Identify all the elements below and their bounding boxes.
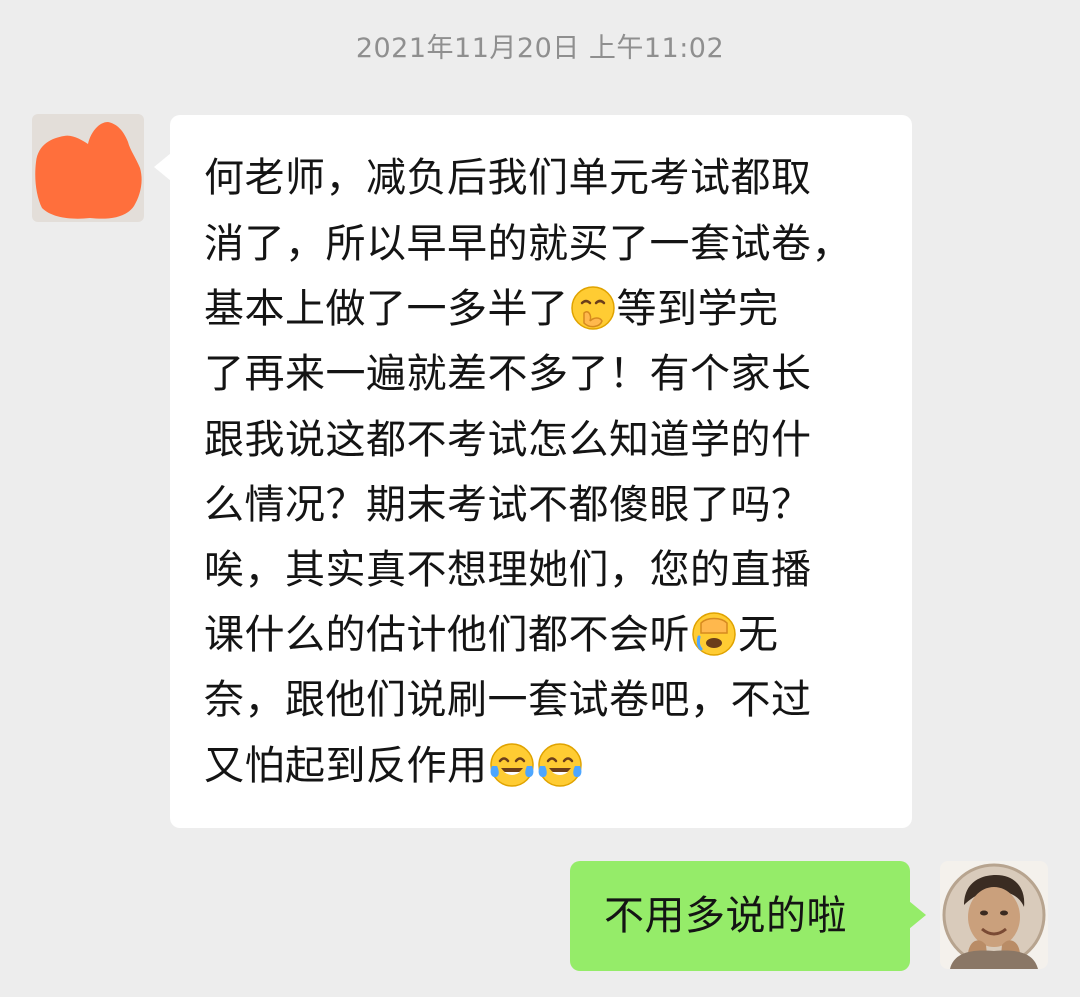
tears-of-joy-icon <box>537 743 582 787</box>
message-text: 无 <box>738 612 779 658</box>
message-line: 奈，跟他们说刷一套试卷吧，不过 <box>204 670 812 730</box>
message-line: 消了，所以早早的就买了一套试卷， <box>204 214 852 274</box>
message-line: 唉，其实真不想理她们，您的直播 <box>204 540 812 600</box>
message-line: 又怕起到反作用 <box>204 736 584 796</box>
contact-avatar-redacted[interactable] <box>32 114 144 222</box>
message-line: 课什么的估计他们都不会听 无 <box>204 605 779 665</box>
message-line: 何老师，减负后我们单元考试都取 <box>204 148 812 208</box>
message-line: 跟我说这都不考试怎么知道学的什 <box>204 410 812 470</box>
message-text: 了再来一遍就差不多了！有个家长 <box>204 351 812 397</box>
message-text: 么情况？期末考试不都傻眼了吗？ <box>204 482 812 528</box>
message-text: 唉，其实真不想理她们，您的直播 <box>204 547 812 593</box>
redaction-mark <box>35 122 142 219</box>
hand-over-mouth-icon <box>570 286 615 330</box>
message-text: 基本上做了一多半了 <box>204 286 569 332</box>
outgoing-message-bubble[interactable]: 不用多说的啦 <box>570 861 926 971</box>
message-line: 了再来一遍就差不多了！有个家长 <box>204 344 812 404</box>
message-text: 等到学完 <box>616 286 779 332</box>
incoming-message-bubble[interactable]: 何老师，减负后我们单元考试都取 消了，所以早早的就买了一套试卷， 基本上做了一多半了… <box>154 115 912 828</box>
message-text: 消了，所以早早的就买了一套试卷， <box>204 221 852 267</box>
outgoing-message-text: 不用多说的啦 <box>604 893 847 939</box>
message-line: 么情况？期末考试不都傻眼了吗？ <box>204 475 812 535</box>
user-avatar-photo <box>942 863 1046 969</box>
message-text: 课什么的估计他们都不会听 <box>204 612 690 658</box>
user-avatar[interactable] <box>940 861 1048 969</box>
message-text: 跟我说这都不考试怎么知道学的什 <box>204 417 812 463</box>
tears-of-joy-icon <box>489 743 534 787</box>
chat-timestamp: 2021年11月20日 上午11:02 <box>355 33 725 64</box>
message-line: 基本上做了一多半了 等到学完 <box>204 279 779 339</box>
message-text: 奈，跟他们说刷一套试卷吧，不过 <box>204 677 812 723</box>
facepalm-icon <box>692 612 736 656</box>
message-text: 何老师，减负后我们单元考试都取 <box>204 155 812 201</box>
message-text: 又怕起到反作用 <box>204 743 488 789</box>
